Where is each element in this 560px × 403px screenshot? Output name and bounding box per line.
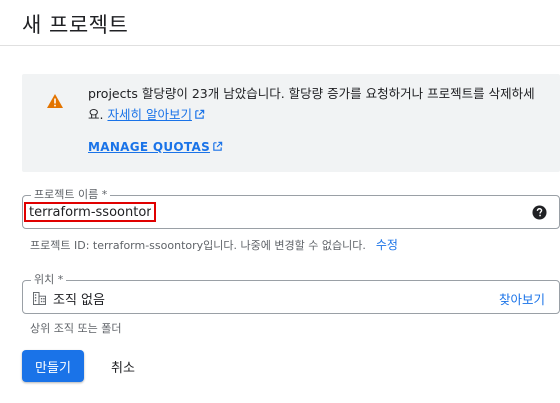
create-button[interactable]: 만들기 — [22, 350, 84, 382]
building-icon — [33, 292, 46, 305]
page-title: 새 프로젝트 — [22, 13, 129, 37]
cancel-button[interactable]: 취소 — [97, 350, 149, 382]
quota-message-block: projects 할당량이 23개 남았습니다. 할당량 증가를 요청하거나 프… — [88, 83, 548, 125]
quota-notice: projects 할당량이 23개 남았습니다. 할당량 증가를 요청하거나 프… — [22, 74, 560, 172]
location-label: 위치 * — [31, 273, 67, 287]
learn-more-link[interactable]: 자세히 알아보기 — [107, 107, 205, 122]
edit-project-id-link[interactable]: 수정 — [376, 238, 398, 252]
external-link-icon — [195, 109, 205, 119]
project-name-field: 프로젝트 이름 * — [22, 188, 560, 229]
manage-quotas-link[interactable]: MANAGE QUOTAS — [88, 140, 223, 154]
help-icon[interactable] — [532, 205, 547, 220]
project-id-text: 프로젝트 ID: terraform-ssoontory입니다. 나중에 변경할… — [30, 239, 366, 252]
project-name-input[interactable] — [24, 202, 156, 222]
page-header: 새 프로젝트 — [0, 0, 560, 46]
warning-icon — [47, 94, 63, 108]
location-hint: 상위 조직 또는 폴더 — [30, 322, 122, 335]
project-name-label: 프로젝트 이름 * — [31, 188, 111, 202]
external-link-icon — [213, 141, 223, 151]
location-field[interactable]: 위치 * 조직 없음 찾아보기 — [22, 273, 560, 314]
location-value: 조직 없음 — [53, 293, 105, 308]
browse-location-button[interactable]: 찾아보기 — [499, 289, 545, 308]
project-id-info: 프로젝트 ID: terraform-ssoontory입니다. 나중에 변경할… — [30, 236, 398, 253]
